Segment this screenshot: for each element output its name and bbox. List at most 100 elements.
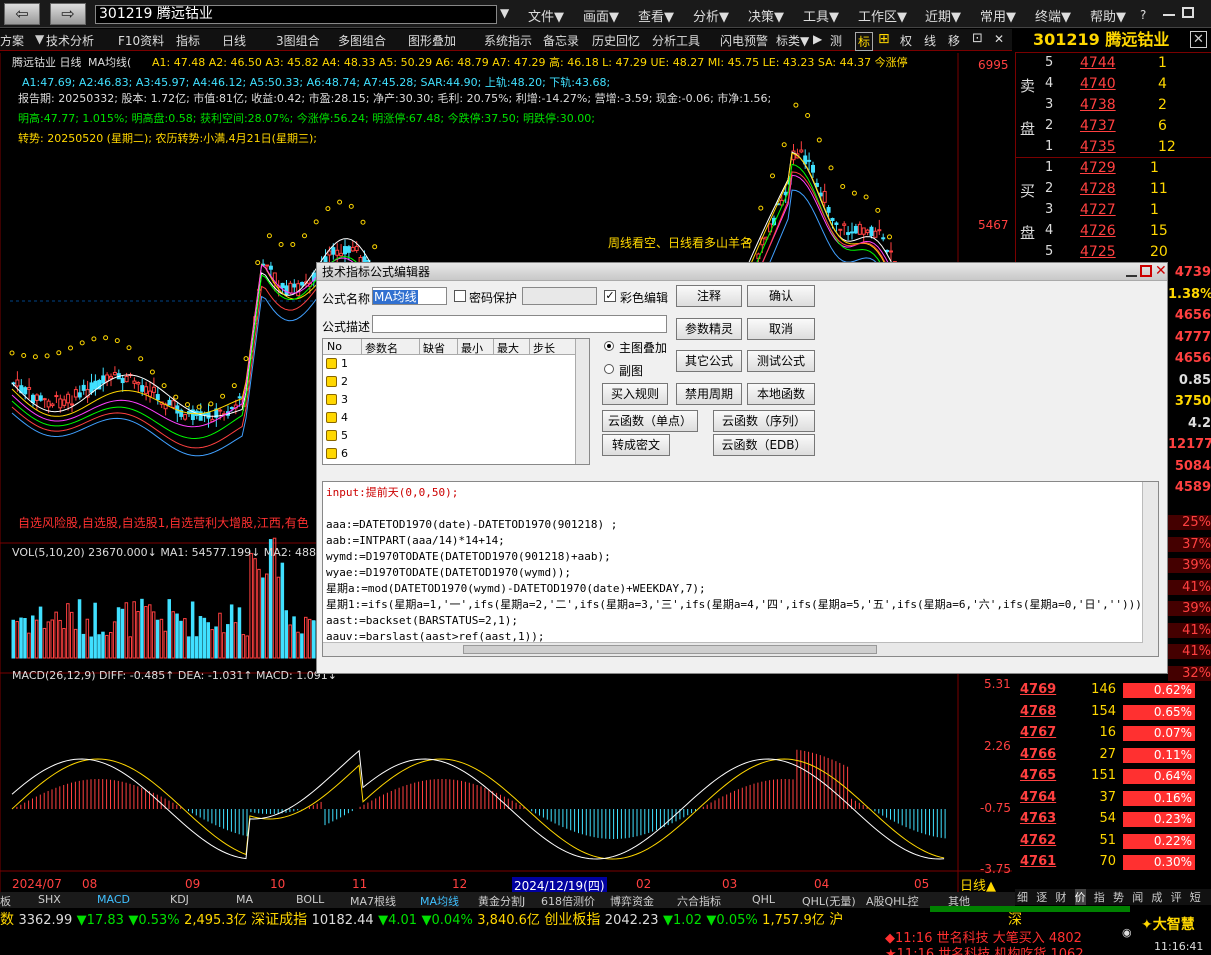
formula-code-editor[interactable]: input:提前天(0,0,50); aaa:=DATETOD1970(date)… — [322, 481, 1159, 657]
tb-history[interactable]: 历史回忆 — [592, 32, 640, 49]
buy-price[interactable]: 4726 — [1080, 223, 1116, 239]
menu-view[interactable]: 查看▼ — [638, 6, 674, 25]
code-dropdown-icon[interactable]: ▼ — [500, 6, 509, 20]
indicator-tab-1[interactable]: SHX — [38, 893, 61, 906]
sell-price[interactable]: 4735 — [1080, 139, 1116, 155]
indicator-tab-3[interactable]: KDJ — [170, 893, 189, 906]
comment-button[interactable]: 注释 — [676, 285, 742, 307]
tb-technical[interactable]: 技术分析 — [46, 32, 94, 49]
close-panel-icon[interactable]: ✕ — [994, 32, 1004, 46]
indicator-tab-4[interactable]: MA — [236, 893, 253, 906]
right-tab-1[interactable]: 逐 — [1036, 889, 1047, 905]
buy-price[interactable]: 4727 — [1080, 202, 1116, 218]
menu-tools[interactable]: 工具▼ — [803, 6, 839, 25]
tb-overlay[interactable]: 图形叠加 — [408, 32, 456, 49]
tb-f10[interactable]: F10资料 — [118, 32, 164, 49]
dialog-maximize-icon[interactable] — [1140, 265, 1152, 277]
tb-move[interactable]: 移 — [948, 32, 960, 49]
trade-price[interactable]: 4761 — [1020, 854, 1056, 869]
indicator-tab-5[interactable]: BOLL — [296, 893, 324, 906]
right-tab-6[interactable]: 闻 — [1132, 889, 1143, 905]
tb-scheme[interactable]: 方案 — [0, 32, 24, 49]
cloud-single-button[interactable]: 云函数（单点） — [602, 410, 698, 432]
password-checkbox[interactable] — [454, 290, 466, 302]
menu-help[interactable]: 帮助▼ — [1090, 6, 1126, 25]
right-tab-0[interactable]: 细 — [1017, 889, 1028, 905]
dialog-minimize-icon[interactable] — [1126, 266, 1137, 277]
trade-price[interactable]: 4762 — [1020, 833, 1056, 848]
window-minimize-icon[interactable] — [1163, 14, 1175, 16]
tb-multichart[interactable]: 多图组合 — [338, 32, 386, 49]
trade-price[interactable]: 4764 — [1020, 790, 1056, 805]
cancel-button[interactable]: 取消 — [747, 318, 815, 340]
tb-alert[interactable]: 闪电预警 — [720, 32, 768, 49]
right-tab-4[interactable]: 指 — [1094, 889, 1105, 905]
cloud-series-button[interactable]: 云函数（序列） — [713, 410, 815, 432]
dialog-close-icon[interactable]: ✕ — [1155, 263, 1167, 279]
news-ticker-2[interactable]: ★11:16 世名科技 机构吃货 1062 — [885, 943, 1115, 955]
buy-price[interactable]: 4728 — [1080, 181, 1116, 197]
local-function-button[interactable]: 本地函数 — [747, 383, 815, 405]
color-edit-checkbox[interactable]: ✓ — [604, 290, 616, 302]
menu-common[interactable]: 常用▼ — [980, 6, 1016, 25]
cloud-edb-button[interactable]: 云函数（EDB） — [713, 434, 815, 456]
right-tab-9[interactable]: 短 — [1190, 889, 1201, 905]
bell-icon[interactable]: ◉ — [1122, 926, 1132, 939]
sell-price[interactable]: 4738 — [1080, 97, 1116, 113]
param-wizard-button[interactable]: 参数精灵 — [676, 318, 742, 340]
indicator-tab-2[interactable]: MACD — [97, 893, 130, 906]
password-input[interactable] — [522, 287, 597, 305]
buy-price[interactable]: 4725 — [1080, 244, 1116, 260]
buy-rule-button[interactable]: 买入规则 — [602, 383, 668, 405]
tb-system[interactable]: 系统指示 — [484, 32, 532, 49]
confirm-button[interactable]: 确认 — [747, 285, 815, 307]
indicator-tab-8[interactable]: 黄金分割J — [478, 893, 525, 909]
formula-desc-input[interactable] — [372, 315, 667, 333]
indicator-tab-6[interactable]: MA7根线 — [350, 893, 396, 909]
buy-price[interactable]: 4729 — [1080, 160, 1116, 176]
encrypt-button[interactable]: 转成密文 — [602, 434, 670, 456]
param-table[interactable]: No 参数名 缺省 最小 最大 步长 1 2 3 4 5 6 — [322, 338, 590, 465]
formula-name-input[interactable]: MA均线 — [372, 287, 447, 305]
grid-icon[interactable]: ⊞ — [878, 31, 890, 47]
menu-screen[interactable]: 画面▼ — [583, 6, 619, 25]
code-hscrollbar[interactable] — [323, 642, 1143, 656]
sub-chart-radio[interactable] — [604, 364, 614, 374]
menu-terminal[interactable]: 终端▼ — [1035, 6, 1071, 25]
trade-price[interactable]: 4765 — [1020, 768, 1056, 783]
disable-period-button[interactable]: 禁用周期 — [676, 383, 742, 405]
menu-file[interactable]: 文件▼ — [528, 6, 564, 25]
indicator-tab-10[interactable]: 博弈资金 — [610, 893, 654, 909]
chart-indicator-name[interactable]: MA均线( — [88, 54, 131, 70]
indicator-tab-11[interactable]: 六合指标 — [677, 893, 721, 909]
tb-mark[interactable]: 标类▼ — [776, 32, 809, 49]
tb-indicator[interactable]: 指标 — [176, 32, 200, 49]
param-table-scrollbar[interactable] — [575, 339, 589, 464]
window-restore-icon[interactable] — [1182, 7, 1194, 18]
close-icon[interactable]: ✕ — [1190, 31, 1207, 48]
code-hscroll-thumb[interactable] — [463, 645, 877, 654]
indicator-tab-14[interactable]: A股QHL控 — [866, 893, 919, 909]
indicator-tab-9[interactable]: 618倍测价 — [541, 893, 595, 909]
other-formula-button[interactable]: 其它公式 — [676, 350, 742, 372]
tb-analysis-tools[interactable]: 分析工具 — [652, 32, 700, 49]
right-tab-3[interactable]: 价 — [1074, 889, 1086, 905]
tb-next[interactable]: ▶ — [813, 32, 822, 46]
tb-memo[interactable]: 备忘录 — [543, 32, 579, 49]
panel-icon[interactable]: ⊡ — [972, 31, 983, 46]
tb-3chart[interactable]: 3图组合 — [276, 32, 320, 49]
sell-price[interactable]: 4744 — [1080, 55, 1116, 71]
tb-rights[interactable]: 权 — [900, 32, 912, 49]
test-formula-button[interactable]: 测试公式 — [747, 350, 815, 372]
menu-decision[interactable]: 决策▼ — [748, 6, 784, 25]
right-tab-7[interactable]: 成 — [1151, 889, 1162, 905]
back-button[interactable]: ⇦ — [4, 3, 40, 25]
indicator-tab-0[interactable]: 板 — [0, 893, 11, 909]
trade-price[interactable]: 4768 — [1020, 704, 1056, 719]
stock-code-input[interactable]: 301219 腾远钴业 — [95, 5, 497, 24]
indicator-tab-13[interactable]: QHL(无量) — [802, 893, 856, 909]
forward-button[interactable]: ⇨ — [50, 3, 86, 25]
trade-price[interactable]: 4766 — [1020, 747, 1056, 762]
window-help-icon[interactable]: ? — [1140, 8, 1154, 22]
right-tab-2[interactable]: 财 — [1055, 889, 1066, 905]
